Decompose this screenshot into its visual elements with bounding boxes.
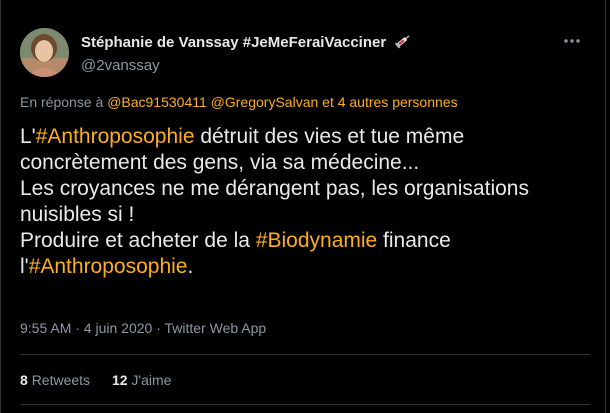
retweets-label: Retweets xyxy=(31,372,91,388)
hashtag-biodynamie[interactable]: #Biodynamie xyxy=(256,229,377,252)
tweet-text-fragment: L' xyxy=(20,125,36,148)
tweet-line-4: nuisibles si ! xyxy=(20,203,135,226)
likes-count: 12 xyxy=(111,372,128,388)
reply-context: En réponse à @Bac91530411 @GregorySalvan… xyxy=(20,94,458,110)
author-info: Stéphanie de Vanssay #JeMeFeraiVacciner … xyxy=(81,33,412,74)
author-handle[interactable]: @2vanssay xyxy=(81,57,412,74)
tweet-text-fragment: . xyxy=(187,255,194,278)
tweet-text-fragment: détruit des vies et tue même xyxy=(194,125,465,148)
likes-label: J'aime xyxy=(131,372,172,388)
reply-mention-1[interactable]: @Bac91530411 xyxy=(107,94,207,110)
syringe-icon xyxy=(394,33,412,53)
hashtag-anthroposophie-2[interactable]: #Anthroposophie xyxy=(29,255,188,278)
reply-others[interactable]: et 4 autres personnes xyxy=(322,94,457,110)
tweet-line-5: Produire et acheter de la #Biodynamie fi… xyxy=(20,228,590,254)
hashtag-anthroposophie[interactable]: #Anthroposophie xyxy=(36,125,195,148)
tweet-line-6: l'#Anthroposophie. xyxy=(20,254,590,280)
tweet-line-2: concrètement des gens, via sa médecine..… xyxy=(20,151,420,174)
tweet-text-fragment: Produire et acheter de la xyxy=(20,229,256,252)
tweet-header: Stéphanie de Vanssay #JeMeFeraiVacciner … xyxy=(20,28,590,80)
display-name-text: Stéphanie de Vanssay #JeMeFeraiVacciner xyxy=(81,33,387,51)
reply-mention-2[interactable]: @GregorySalvan xyxy=(211,94,319,110)
divider-bottom xyxy=(20,404,590,405)
divider xyxy=(20,354,590,355)
author-display-name[interactable]: Stéphanie de Vanssay #JeMeFeraiVacciner xyxy=(81,33,412,53)
retweets-count: 8 xyxy=(20,372,28,388)
card-border-right xyxy=(605,0,606,413)
tweet-meta[interactable]: 9:55 AM · 4 juin 2020 · Twitter Web App xyxy=(20,320,266,336)
tweet-card: Stéphanie de Vanssay #JeMeFeraiVacciner … xyxy=(0,0,610,413)
tweet-text: L'#Anthroposophie détruit des vies et tu… xyxy=(20,124,590,280)
likes-stat[interactable]: 12 J'aime xyxy=(112,372,172,388)
avatar[interactable] xyxy=(20,28,69,77)
tweet-line-3: Les croyances ne me dérangent pas, les o… xyxy=(20,177,529,200)
tweet-line-1: L'#Anthroposophie détruit des vies et tu… xyxy=(20,124,590,150)
reply-prefix: En réponse à xyxy=(20,94,104,110)
tweet-text-fragment: finance xyxy=(377,229,451,252)
tweet-stats: 8 Retweets 12 J'aime xyxy=(20,372,189,388)
card-border-left xyxy=(0,0,1,413)
more-icon[interactable] xyxy=(562,34,582,46)
tweet-text-fragment: l' xyxy=(20,255,29,278)
avatar-photo xyxy=(20,28,69,77)
retweets-stat[interactable]: 8 Retweets xyxy=(20,372,90,388)
